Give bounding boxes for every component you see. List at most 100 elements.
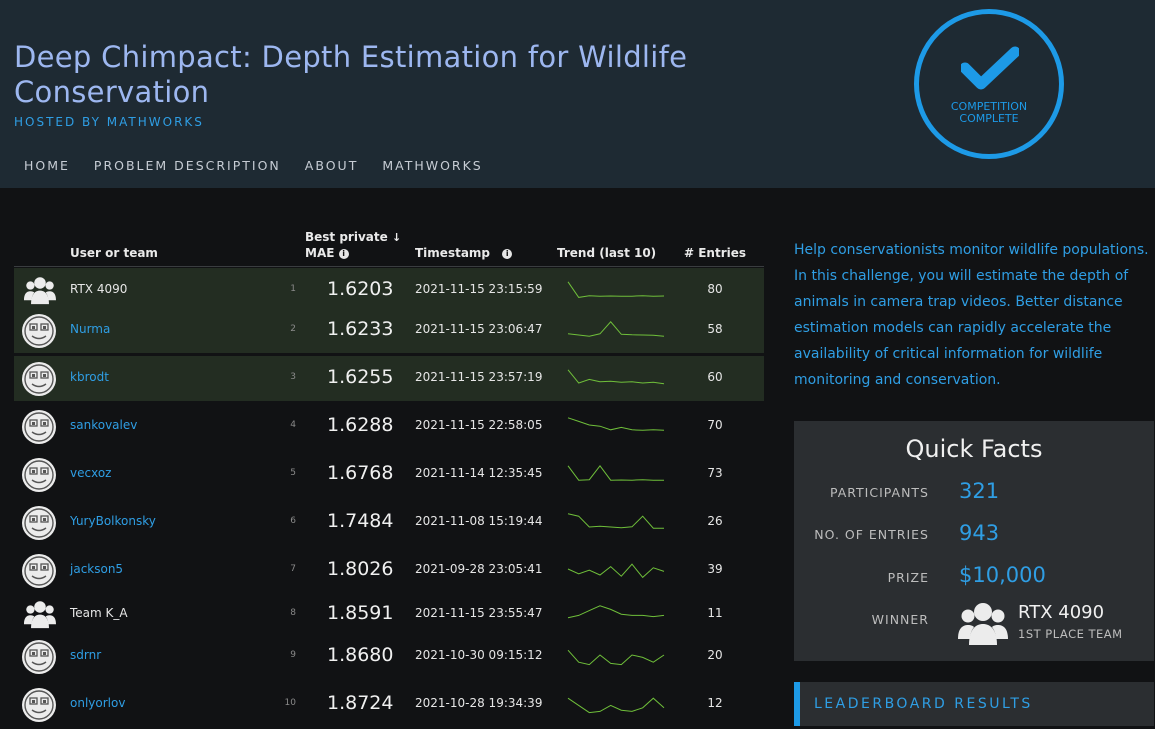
team-icon <box>24 601 56 629</box>
table-row[interactable]: YuryBolkonsky 6 1.7484 2021-11-08 15:19:44 2… <box>14 500 764 545</box>
quick-facts-title: Quick Facts <box>905 435 1043 463</box>
trend-sparkline <box>567 369 665 385</box>
col-trend-header: Trend (last 10) <box>557 246 657 260</box>
trend-line <box>567 697 665 714</box>
nav-mathworks[interactable]: MATHWORKS <box>382 158 482 173</box>
timestamp: 2021-11-08 15:19:44 <box>415 514 543 528</box>
nav-home[interactable]: HOME <box>24 158 70 173</box>
participant-name[interactable]: YuryBolkonsky <box>70 514 156 528</box>
entries-label: NO. OF ENTRIES <box>814 527 929 542</box>
trend-sparkline <box>567 649 665 666</box>
table-row[interactable]: kbrodt 3 1.6255 2021-11-15 23:57:19 60 <box>14 356 764 401</box>
header-divider <box>14 266 764 267</box>
timestamp: 2021-11-14 12:35:45 <box>415 466 543 480</box>
trend-line <box>567 605 665 619</box>
entries-count: 12 <box>707 696 723 710</box>
participant-name[interactable]: kbrodt <box>70 370 109 384</box>
avatar[interactable] <box>22 688 56 722</box>
competition-complete-badge: COMPETITION COMPLETE <box>914 9 1064 159</box>
participant-name[interactable]: jackson5 <box>70 562 123 576</box>
participant-name[interactable]: sankovalev <box>70 418 137 432</box>
timestamp: 2021-11-15 23:15:59 <box>415 282 543 296</box>
table-row[interactable]: jackson5 7 1.8026 2021-09-28 23:05:41 39 <box>14 548 764 593</box>
avatar-face-icon <box>24 690 54 720</box>
badge-text: COMPETITION COMPLETE <box>950 100 1028 125</box>
col-mae-header: MAE i <box>305 246 349 260</box>
table-row[interactable]: vecxoz 5 1.6768 2021-11-14 12:35:45 73 <box>14 452 764 497</box>
trend-line <box>567 563 665 579</box>
nav-problem-description[interactable]: PROBLEM DESCRIPTION <box>94 158 281 173</box>
participants-value: 321 <box>959 479 1000 503</box>
participant-name[interactable]: onlyorlov <box>70 696 125 710</box>
trend-line <box>567 369 665 385</box>
trend-sparkline <box>567 464 664 481</box>
entries-count: 73 <box>707 466 723 480</box>
col-user-header: User or team <box>70 246 158 260</box>
score-value: 1.7484 <box>327 510 394 532</box>
rank-number: 2 <box>290 324 296 334</box>
avatar[interactable] <box>22 458 56 492</box>
rank-number: 1 <box>290 284 296 294</box>
entries-count: 58 <box>707 322 723 336</box>
avatar[interactable] <box>22 410 56 444</box>
participant-name[interactable]: vecxoz <box>70 466 111 480</box>
entries-count: 26 <box>707 514 723 528</box>
avatar-face-icon <box>24 412 54 442</box>
trend-sparkline <box>567 563 665 579</box>
participant-name: RTX 4090 <box>70 282 128 296</box>
trend-sparkline <box>567 281 665 298</box>
avatar[interactable] <box>22 640 56 674</box>
prize-value: $10,000 <box>959 563 1046 587</box>
rank-number: 5 <box>290 468 296 478</box>
leaderboard-results-link[interactable]: LEADERBOARD RESULTS <box>794 682 1154 726</box>
table-row[interactable]: sankovalev 4 1.6288 2021-11-15 22:58:05 70 <box>14 404 764 449</box>
checkmark-icon <box>961 46 1019 90</box>
participant-name: Team K_A <box>70 606 128 620</box>
info-icon[interactable]: i <box>338 248 349 259</box>
entries-count: 39 <box>707 562 723 576</box>
page-header: Deep Chimpact: Depth Estimation for Wild… <box>0 0 1155 188</box>
col-entries-header: # Entries <box>684 246 747 260</box>
participant-name[interactable]: Nurma <box>70 322 110 336</box>
avatar-face-icon <box>24 364 54 394</box>
score-value: 1.6233 <box>327 318 394 340</box>
entries-count: 60 <box>707 370 723 384</box>
trend-sparkline <box>567 697 665 714</box>
table-row[interactable]: sdrnr 9 1.8680 2021-10-30 09:15:12 20 <box>14 634 764 679</box>
avatar[interactable] <box>22 362 56 396</box>
timestamp: 2021-11-15 23:57:19 <box>415 370 543 384</box>
timestamp: 2021-11-15 23:55:47 <box>415 606 543 620</box>
rank-number: 8 <box>290 608 296 618</box>
hosted-by-link[interactable]: HOSTED BY MATHWORKS <box>14 115 204 129</box>
rank-number: 10 <box>284 698 296 708</box>
table-row[interactable]: Team K_A 8 1.8591 2021-11-15 23:55:47 11 <box>14 592 764 637</box>
timestamp: 2021-10-30 09:15:12 <box>415 648 543 662</box>
entries-value: 943 <box>959 521 1000 545</box>
avatar-face-icon <box>24 556 54 586</box>
trend-line <box>567 513 664 529</box>
table-row[interactable]: Nurma 2 1.6233 2021-11-15 23:06:47 58 <box>14 308 764 353</box>
sort-desc-icon[interactable]: ↓ <box>392 231 401 244</box>
trend-line <box>567 281 665 298</box>
score-value: 1.6288 <box>327 414 394 436</box>
avatar-face-icon <box>24 460 54 490</box>
rank-number: 9 <box>290 650 296 660</box>
entries-count: 80 <box>707 282 723 296</box>
info-icon[interactable]: i <box>502 248 513 259</box>
avatar[interactable] <box>22 314 56 348</box>
table-row[interactable]: onlyorlov 10 1.8724 2021-10-28 19:34:39 12 <box>14 682 764 727</box>
avatar-face-icon <box>24 642 54 672</box>
table-row[interactable]: RTX 4090 1 1.6203 2021-11-15 23:15:59 80 <box>14 268 764 313</box>
trend-line <box>567 321 665 337</box>
winner-name[interactable]: RTX 4090 <box>1018 602 1104 623</box>
avatar[interactable] <box>22 554 56 588</box>
participant-name[interactable]: sdrnr <box>70 648 101 662</box>
col-best-private-header[interactable]: Best private ↓ <box>305 230 401 244</box>
rank-number: 7 <box>290 564 296 574</box>
avatar[interactable] <box>22 506 56 540</box>
timestamp: 2021-11-15 23:06:47 <box>415 322 543 336</box>
rank-number: 6 <box>290 516 296 526</box>
nav-about[interactable]: ABOUT <box>305 158 359 173</box>
trend-line <box>567 649 665 666</box>
rank-number: 4 <box>290 420 296 430</box>
